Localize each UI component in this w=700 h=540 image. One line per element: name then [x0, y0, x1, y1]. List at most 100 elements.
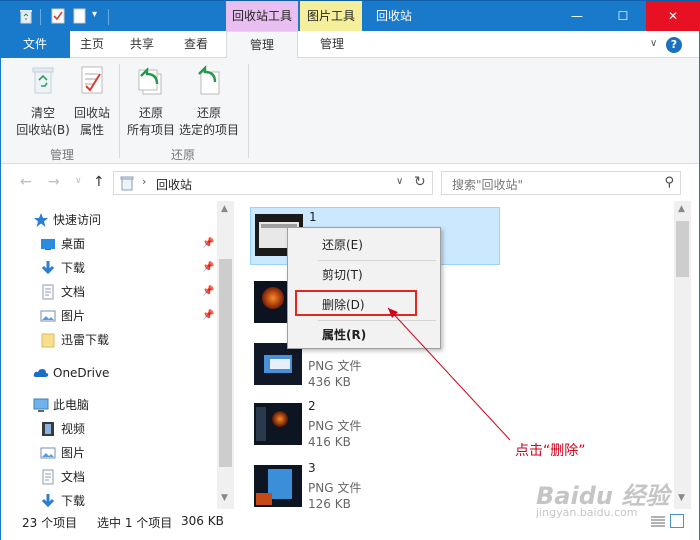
menu-item-properties[interactable]: 属性(R): [322, 326, 366, 343]
nav-label: 下载: [61, 261, 86, 275]
selected-count: 选中 1 个项目: [97, 516, 173, 530]
nav-label: 图片: [61, 309, 86, 323]
picture-tools-header: 图片工具: [300, 1, 362, 32]
download-icon: [41, 261, 55, 275]
recycle-bin-tools-header: 回收站工具: [226, 1, 298, 32]
ribbon-group-divider: [119, 64, 120, 158]
file-name: 1: [309, 210, 317, 224]
search-input[interactable]: 搜索"回收站" ⚲: [441, 171, 681, 195]
nav-label: 迅雷下载: [61, 333, 110, 347]
menu-separator: [318, 260, 436, 261]
large-icons-view-icon[interactable]: [670, 514, 684, 528]
menu-item-cut[interactable]: 剪切(T): [322, 266, 363, 283]
download-icon: [41, 494, 55, 508]
scrollbar-thumb[interactable]: [676, 221, 689, 277]
file-list-scrollbar[interactable]: ▲ ▼: [674, 201, 691, 509]
tab-file[interactable]: 文件: [0, 31, 70, 58]
scroll-down-icon[interactable]: ▼: [221, 493, 228, 503]
baidu-jingyan-watermark: Baidu 经验 jingyan.baidu.com: [536, 476, 669, 519]
file-type: PNG 文件: [308, 419, 362, 433]
customize-quick-access-icon[interactable]: ▾: [92, 9, 97, 20]
minimize-button[interactable]: —: [554, 1, 600, 31]
empty-recycle-bin-icon: [32, 67, 54, 94]
nav-label: 快速访问: [53, 213, 102, 227]
tab-view[interactable]: 查看: [174, 31, 218, 58]
item-count: 23 个项目: [22, 516, 78, 530]
address-dropdown-icon[interactable]: ∨: [396, 176, 403, 187]
breadcrumb-recycle-bin[interactable]: 回收站: [156, 176, 192, 193]
file-type: PNG 文件: [308, 481, 362, 495]
desktop-icon: [41, 239, 55, 250]
recycle-bin-properties-button[interactable]: 回收站 属性: [70, 64, 114, 139]
refresh-icon[interactable]: ↻: [414, 174, 426, 190]
nav-label: 图片: [61, 446, 86, 460]
breadcrumb-chevron-icon[interactable]: ›: [142, 175, 146, 188]
recycle-bin-icon: [120, 176, 134, 191]
recent-locations-icon[interactable]: ∨: [75, 176, 82, 186]
nav-label: 桌面: [61, 237, 86, 251]
search-icon[interactable]: ⚲: [664, 175, 674, 190]
close-button[interactable]: ✕: [646, 1, 700, 31]
restore-all-icon: [138, 67, 162, 95]
ribbon: 清空 回收站(B) 回收站 属性 还原 所有项目 还原 选定的项目 管理 还原: [0, 58, 700, 164]
close-icon: ✕: [667, 9, 679, 23]
selected-size: 306 KB: [181, 514, 224, 528]
video-icon: [42, 422, 54, 436]
address-bar[interactable]: › 回收站 ∨ ↻: [113, 171, 433, 195]
restore-all-label-2: 所有项目: [126, 123, 175, 137]
tab-manage-recycle-bin[interactable]: 管理: [226, 31, 298, 59]
collapse-ribbon-icon[interactable]: ∨: [650, 38, 657, 49]
window-title: 回收站: [376, 9, 413, 23]
tab-share[interactable]: 共享: [120, 31, 164, 58]
nav-item-pictures[interactable]: 图片 📌: [0, 304, 215, 328]
nav-item-downloads[interactable]: 下载 📌: [0, 256, 215, 280]
tab-home[interactable]: 主页: [70, 31, 114, 58]
computer-icon: [33, 398, 49, 412]
maximize-button[interactable]: ☐: [600, 1, 646, 31]
scroll-up-icon[interactable]: ▲: [678, 204, 685, 214]
pin-icon[interactable]: 📌: [202, 232, 214, 256]
minimize-icon: —: [571, 9, 583, 23]
restore-all-label-1: 还原: [138, 106, 163, 120]
nav-item-documents[interactable]: 文档 📌: [0, 280, 215, 304]
empty-recycle-bin-button[interactable]: 清空 回收站(B): [12, 64, 74, 139]
details-view-icon[interactable]: [651, 516, 665, 528]
cloud-icon: [33, 369, 49, 377]
scrollbar-thumb[interactable]: [219, 259, 232, 467]
pin-icon[interactable]: 📌: [202, 280, 214, 304]
empty-recycle-bin-label-1: 清空: [30, 106, 55, 120]
navigation-pane: 快速访问 桌面 📌 下载 📌 文档 📌 图片 📌 迅雷下载 OneDrive 此…: [0, 201, 236, 509]
restore-selected-button[interactable]: 还原 选定的项目: [176, 64, 242, 139]
search-placeholder: 搜索"回收站": [452, 178, 524, 192]
nav-label: 文档: [61, 470, 86, 484]
properties-icon[interactable]: [50, 8, 66, 24]
nav-label: 此电脑: [53, 398, 90, 412]
nav-item-desktop[interactable]: 桌面 📌: [0, 232, 215, 256]
restore-all-button[interactable]: 还原 所有项目: [123, 64, 179, 139]
tab-manage-picture[interactable]: 管理: [302, 31, 362, 58]
menu-item-restore[interactable]: 还原(E): [322, 236, 363, 253]
new-folder-icon[interactable]: [72, 8, 88, 24]
ribbon-tab-row: 文件 主页 共享 查看 管理 管理: [0, 31, 700, 59]
pin-icon[interactable]: 📌: [202, 256, 214, 280]
recycle-bin-icon[interactable]: [18, 8, 34, 24]
restore-selected-label-1: 还原: [196, 106, 221, 120]
document-icon: [42, 469, 54, 485]
nav-pane-scrollbar[interactable]: ▲ ▼: [217, 201, 234, 509]
recycle-bin-properties-label-1: 回收站: [73, 106, 110, 120]
forward-arrow-icon[interactable]: →: [48, 174, 60, 190]
scroll-down-icon[interactable]: ▼: [678, 493, 685, 503]
folder-icon: [41, 333, 55, 348]
restore-selected-icon: [198, 65, 220, 95]
recycle-bin-properties-icon: [81, 66, 103, 94]
up-arrow-icon[interactable]: ↑: [93, 174, 105, 190]
maximize-icon: ☐: [617, 9, 629, 23]
file-item[interactable]: 2 PNG 文件 416 KB: [250, 397, 500, 455]
file-thumbnail: [254, 465, 302, 507]
picture-icon: [40, 447, 56, 459]
pin-icon[interactable]: 📌: [202, 304, 214, 328]
scroll-up-icon[interactable]: ▲: [221, 204, 228, 214]
back-arrow-icon[interactable]: ←: [20, 174, 32, 190]
help-icon[interactable]: ?: [666, 37, 682, 53]
group-label-restore: 还原: [171, 148, 196, 162]
